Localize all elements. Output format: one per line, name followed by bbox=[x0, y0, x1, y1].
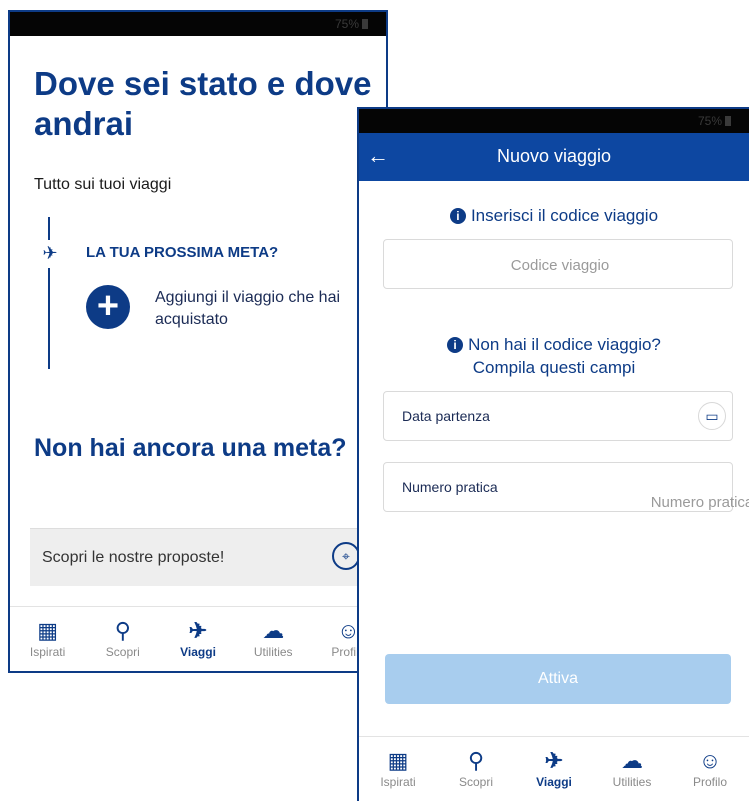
page-subtitle: Tutto sui tuoi viaggi bbox=[34, 176, 172, 193]
tab-utilities[interactable]: ☁ Utilities bbox=[236, 607, 311, 671]
translate-icon: ☁ bbox=[621, 748, 643, 773]
tab-scopri[interactable]: ⚲ Scopri bbox=[437, 737, 515, 801]
code-info: i Inserisci il codice viaggio bbox=[359, 204, 749, 227]
tab-label: Viaggi bbox=[536, 775, 572, 789]
practice-label: Numero pratica bbox=[402, 479, 498, 495]
page-title: Dove sei stato e dove andrai bbox=[34, 65, 372, 142]
tab-viaggi[interactable]: ✈ Viaggi bbox=[515, 737, 593, 801]
tab-label: Ispirati bbox=[380, 775, 416, 789]
tab-scopri[interactable]: ⚲ Scopri bbox=[85, 607, 160, 671]
layout-icon: ▦ bbox=[387, 748, 409, 773]
info-icon: i bbox=[447, 337, 464, 353]
user-icon: ☺ bbox=[698, 748, 722, 773]
tab-label: Profilo bbox=[692, 775, 727, 789]
bottom-tab-bar: ▦ Ispirati ⚲ Scopri ✈ Viaggi ☁ Utilities… bbox=[359, 736, 749, 801]
tab-label: Utilities bbox=[612, 775, 652, 789]
tab-label: Viaggi bbox=[180, 645, 216, 659]
tab-label: Scopri bbox=[458, 775, 493, 789]
plane-icon: ✈ bbox=[544, 748, 564, 773]
tab-label: Ispirati bbox=[29, 645, 66, 659]
add-trip-button[interactable]: + bbox=[86, 285, 130, 329]
tab-utilities[interactable]: ☁ Utilities bbox=[593, 737, 671, 801]
departure-date-field[interactable]: Data partenza ▭ bbox=[383, 391, 733, 441]
practice-input[interactable] bbox=[526, 477, 749, 527]
code-info-text: Inserisci il codice viaggio bbox=[470, 206, 659, 225]
search-icon: ⚲ bbox=[467, 748, 485, 773]
plane-icon: ✈ bbox=[188, 618, 208, 643]
no-code-info: i Non hai il codice viaggio? Compila ques… bbox=[359, 333, 749, 379]
search-icon: ⚲ bbox=[114, 618, 131, 643]
tab-ispirati[interactable]: ▦ Ispirati bbox=[10, 607, 85, 671]
phone-screen-new-trip: 75% ← Nuovo viaggio i Inserisci il codice… bbox=[357, 107, 749, 801]
tab-profilo[interactable]: ☺ Profilo bbox=[671, 737, 749, 801]
offers-button[interactable]: Scopri le nostre proposte! ⌖ bbox=[30, 528, 374, 586]
nav-bar: ← Nuovo viaggio bbox=[359, 133, 749, 181]
battery-icon bbox=[362, 19, 368, 29]
add-trip-text[interactable]: Aggiungi il viaggio che hai acquistato bbox=[155, 287, 365, 331]
tab-ispirati[interactable]: ▦ Ispirati bbox=[359, 737, 437, 801]
activate-button[interactable]: Attiva bbox=[385, 654, 731, 704]
battery-level: 75% bbox=[334, 17, 359, 31]
globe-pin-icon: ⌖ bbox=[332, 542, 360, 570]
departure-label: Data partenza bbox=[402, 408, 490, 424]
no-code-info-line1: Non hai il codice viaggio? bbox=[468, 335, 661, 354]
offers-label: Scopri le nostre proposte! bbox=[42, 549, 225, 566]
battery-level: 75% bbox=[697, 114, 722, 128]
code-field[interactable] bbox=[383, 239, 736, 290]
info-icon: i bbox=[449, 208, 466, 224]
phone-screen-trips: 75% Dove sei stato e dove andrai Tutto s… bbox=[8, 10, 388, 673]
no-code-info-line2: Compila questi campi bbox=[472, 358, 636, 377]
code-input[interactable] bbox=[384, 240, 736, 290]
status-bar: 75% bbox=[10, 12, 386, 36]
tab-viaggi[interactable]: ✈ Viaggi bbox=[160, 607, 235, 671]
tab-label: Utilities bbox=[253, 645, 293, 659]
status-bar: 75% bbox=[359, 109, 749, 133]
practice-number-field[interactable]: Numero pratica bbox=[383, 462, 749, 527]
calendar-icon[interactable]: ▭ bbox=[698, 402, 726, 430]
next-destination-label: LA TUA PROSSIMA META? bbox=[86, 244, 279, 261]
no-destination-title: Non hai ancora una meta? bbox=[34, 434, 347, 462]
translate-icon: ☁ bbox=[262, 618, 285, 643]
nav-title: Nuovo viaggio bbox=[496, 146, 612, 166]
battery-icon bbox=[725, 116, 731, 126]
tab-label: Scopri bbox=[105, 645, 140, 659]
plane-add-icon: ✈ bbox=[36, 240, 64, 268]
layout-icon: ▦ bbox=[37, 618, 58, 643]
bottom-tab-bar: ▦ Ispirati ⚲ Scopri ✈ Viaggi ☁ Utilities… bbox=[10, 606, 386, 671]
